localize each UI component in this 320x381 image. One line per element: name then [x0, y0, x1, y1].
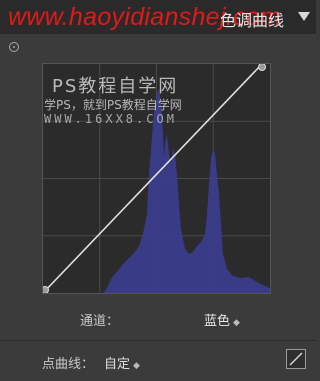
diagonal-line-icon [289, 352, 303, 366]
curve-point-white[interactable] [258, 64, 266, 71]
edit-point-curve-button[interactable] [286, 349, 306, 369]
point-curve-select[interactable]: 自定 ◆ [104, 353, 140, 372]
updown-arrow-icon: ◆ [233, 318, 240, 328]
target-adjust-icon[interactable] [9, 42, 19, 52]
watermark-tagline: 学PS，就到PS教程自学网 [44, 98, 182, 112]
divider [0, 340, 316, 341]
tone-curve-panel: www.haoyidianshej.com 色调曲线 PS教程自学网 学PS，就… [0, 0, 316, 381]
channel-value: 蓝色 [204, 314, 231, 329]
channel-label: 通道： [80, 314, 120, 329]
updown-arrow-icon: ◆ [133, 361, 140, 371]
curve-point-black[interactable] [43, 286, 49, 294]
collapse-triangle-icon[interactable] [298, 12, 310, 21]
panel-header[interactable]: www.haoyidianshej.com 色调曲线 [0, 0, 316, 34]
channel-select[interactable]: 蓝色 ◆ [204, 310, 240, 329]
point-curve-label: 点曲线： [42, 357, 95, 372]
watermark-site: WWW.16XX8.COM [44, 112, 177, 126]
watermark-brand-title: PS教程自学网 [52, 76, 179, 97]
point-curve-value: 自定 [104, 357, 131, 372]
panel-title[interactable]: 色调曲线 [220, 7, 284, 31]
